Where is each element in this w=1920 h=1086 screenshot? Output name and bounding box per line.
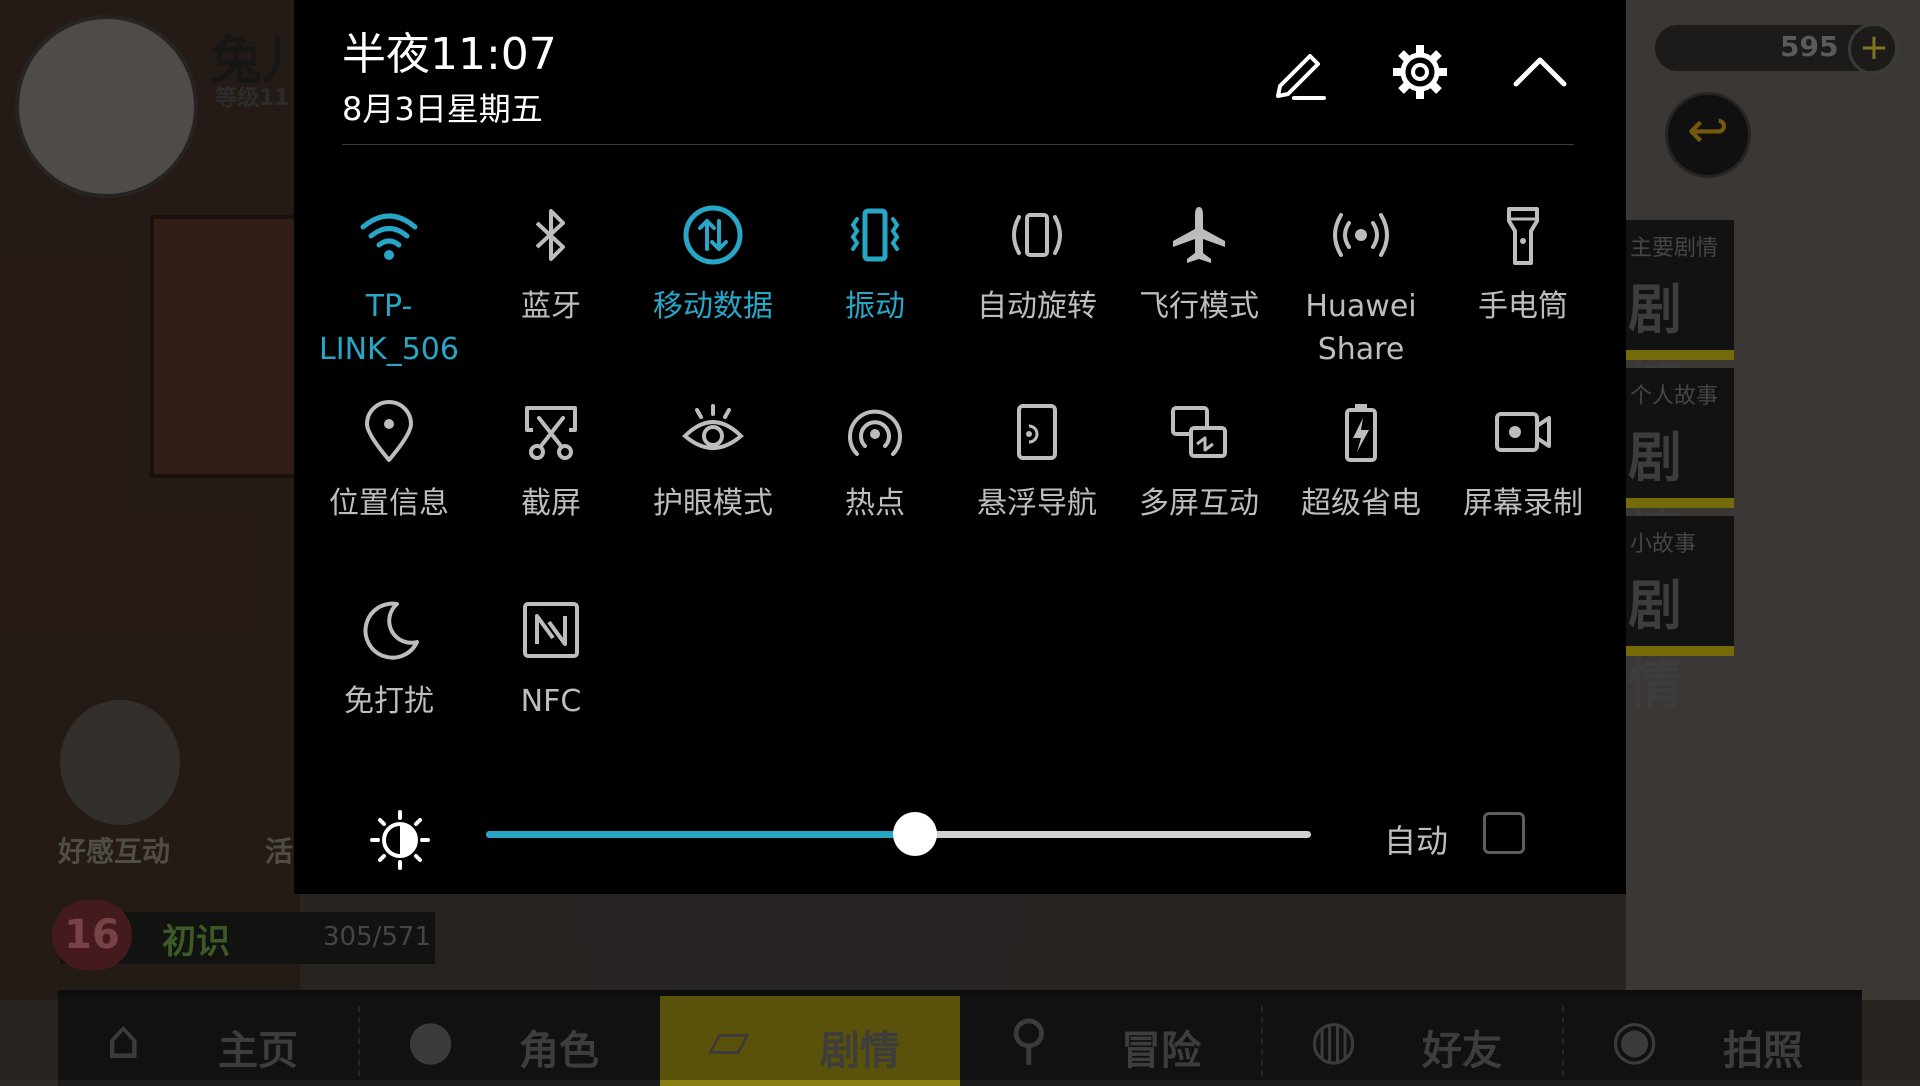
brightness-slider-fill bbox=[486, 831, 915, 838]
tile-label: 热点 bbox=[845, 486, 905, 521]
auto-rotate-icon bbox=[1012, 213, 1062, 257]
bluetooth-icon bbox=[535, 209, 565, 261]
tile-label: TP-LINK_506 bbox=[319, 289, 459, 367]
tile-eye-comfort[interactable]: 护眼模式 bbox=[632, 400, 794, 525]
tile-do-not-disturb[interactable]: 免打扰 bbox=[308, 598, 470, 723]
wifi-icon bbox=[360, 213, 418, 260]
tile-vibrate[interactable]: 振动 bbox=[794, 203, 956, 328]
tile-airplane-mode[interactable]: 飞行模式 bbox=[1118, 203, 1280, 328]
location-pin-icon bbox=[365, 400, 413, 462]
tile-location[interactable]: 位置信息 bbox=[308, 400, 470, 525]
tile-label: 移动数据 bbox=[653, 289, 773, 324]
tile-floating-nav[interactable]: 悬浮导航 bbox=[956, 400, 1118, 525]
tile-label: 飞行模式 bbox=[1139, 289, 1259, 324]
tile-label: 自动旋转 bbox=[977, 289, 1097, 324]
tile-label: 免打扰 bbox=[344, 684, 434, 719]
vibrate-icon bbox=[850, 208, 900, 262]
tile-multi-screen[interactable]: 多屏互动 bbox=[1118, 400, 1280, 525]
battery-saver-icon bbox=[1345, 404, 1377, 462]
tile-label: 多屏互动 bbox=[1139, 486, 1259, 521]
settings-gear-icon[interactable] bbox=[1388, 40, 1452, 104]
tile-nfc[interactable]: NFC bbox=[470, 598, 632, 723]
brightness-slider-thumb[interactable] bbox=[893, 812, 937, 856]
clock-date: 8月3日星期五 bbox=[342, 90, 543, 128]
airplane-icon bbox=[1173, 207, 1225, 263]
mobile-data-icon bbox=[683, 205, 743, 265]
collapse-chevron-up-icon[interactable] bbox=[1508, 40, 1572, 104]
tile-battery-saver[interactable]: 超级省电 bbox=[1280, 400, 1442, 525]
eye-icon bbox=[682, 404, 744, 450]
tile-label: 蓝牙 bbox=[521, 289, 581, 324]
quick-settings-panel: 半夜11:07 8月3日星期五 TP-LINK_506 蓝牙 移动数据 振动 自… bbox=[294, 0, 1626, 894]
edit-icon[interactable] bbox=[1268, 40, 1332, 104]
flashlight-icon bbox=[1507, 207, 1539, 265]
tile-mobile-data[interactable]: 移动数据 bbox=[632, 203, 794, 328]
tile-label: Huawei Share bbox=[1305, 289, 1417, 367]
tile-label: 屏幕录制 bbox=[1463, 486, 1583, 521]
tile-label: NFC bbox=[520, 684, 582, 719]
screen-record-icon bbox=[1495, 412, 1551, 452]
screenshot-scissors-icon bbox=[525, 406, 577, 460]
tile-label: 悬浮导航 bbox=[977, 486, 1097, 521]
tile-wifi[interactable]: TP-LINK_506 bbox=[308, 203, 470, 371]
floating-nav-icon bbox=[1017, 404, 1057, 460]
tile-screen-record[interactable]: 屏幕录制 bbox=[1442, 400, 1604, 525]
multi-screen-icon bbox=[1171, 406, 1227, 458]
tile-label: 手电筒 bbox=[1478, 289, 1568, 324]
brightness-sun-icon bbox=[370, 810, 430, 870]
tile-label: 截屏 bbox=[521, 486, 581, 521]
tile-label: 位置信息 bbox=[329, 486, 449, 521]
huawei-share-icon bbox=[1333, 213, 1389, 257]
tile-label: 护眼模式 bbox=[653, 486, 773, 521]
tile-hotspot[interactable]: 热点 bbox=[794, 400, 956, 525]
tile-label: 振动 bbox=[845, 289, 905, 324]
tile-huawei-share[interactable]: Huawei Share bbox=[1280, 203, 1442, 371]
brightness-slider[interactable] bbox=[486, 812, 1311, 856]
tile-screenshot[interactable]: 截屏 bbox=[470, 400, 632, 525]
auto-brightness-checkbox[interactable] bbox=[1483, 812, 1525, 854]
clock-time: 半夜11:07 bbox=[342, 29, 557, 80]
auto-brightness-label: 自动 bbox=[1384, 822, 1449, 860]
tile-bluetooth[interactable]: 蓝牙 bbox=[470, 203, 632, 328]
tile-flashlight[interactable]: 手电筒 bbox=[1442, 203, 1604, 328]
nfc-icon bbox=[523, 602, 579, 658]
header-divider bbox=[342, 144, 1574, 145]
hotspot-icon bbox=[848, 409, 902, 456]
tile-label: 超级省电 bbox=[1301, 486, 1421, 521]
tile-auto-rotate[interactable]: 自动旋转 bbox=[956, 203, 1118, 328]
moon-icon bbox=[363, 601, 419, 660]
